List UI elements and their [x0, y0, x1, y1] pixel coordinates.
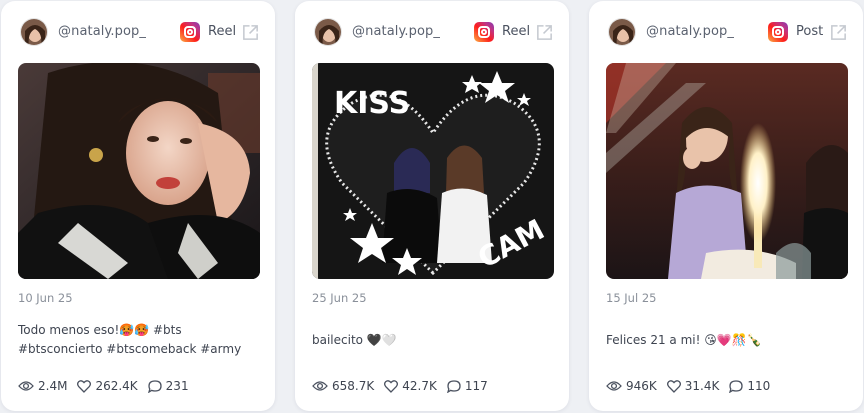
heart-icon: [666, 379, 681, 393]
likes-stat: 31.4K: [666, 379, 720, 393]
views-stat: 658.7K: [312, 379, 374, 393]
likes-stat: 42.7K: [384, 379, 437, 393]
caption-line: bailecito 🖤🤍: [312, 333, 397, 347]
comments-stat: 231: [147, 379, 189, 393]
comments-count: 110: [747, 379, 771, 393]
instagram-icon: [768, 22, 788, 42]
instagram-icon: [180, 22, 200, 42]
caption-line: Todo menos eso!🥵🥵 #bts: [18, 323, 182, 337]
heart-icon: [384, 379, 399, 393]
caption-line: #btsconcierto #btscomeback #army: [18, 342, 242, 356]
likes-stat: 262.4K: [77, 379, 138, 393]
avatar[interactable]: [314, 18, 342, 46]
post-date: 10 Jun 25: [18, 291, 73, 305]
username[interactable]: @nataly.pop_: [58, 24, 146, 39]
post-date: 25 Jun 25: [312, 291, 367, 305]
comment-icon: [446, 379, 461, 393]
post-thumbnail[interactable]: [606, 63, 848, 279]
comment-icon: [147, 379, 162, 393]
eye-icon: [18, 381, 34, 391]
eye-icon: [312, 381, 328, 391]
comments-count: 117: [464, 379, 488, 393]
post-stats: 658.7K 42.7K 117: [312, 377, 498, 395]
views-count: 946K: [626, 379, 657, 393]
avatar[interactable]: [20, 18, 48, 46]
comments-count: 231: [165, 379, 189, 393]
post-caption: bailecito 🖤🤍: [312, 331, 555, 350]
external-link-icon[interactable]: [829, 23, 848, 42]
external-link-icon[interactable]: [535, 23, 554, 42]
post-thumbnail[interactable]: KISS CAM: [312, 63, 554, 279]
heart-icon: [77, 379, 92, 393]
post-card[interactable]: @nataly.pop_ Reel KISS CAM 25 Jun 25 bai…: [295, 1, 569, 411]
post-card[interactable]: @nataly.pop_ Post 15 Jul 25 Felices 21 a…: [589, 1, 863, 411]
views-stat: 946K: [606, 379, 657, 393]
card-header: @nataly.pop_ Reel: [295, 1, 569, 63]
card-header: @nataly.pop_ Post: [589, 1, 863, 63]
post-date: 15 Jul 25: [606, 291, 657, 305]
views-stat: 2.4M: [18, 379, 67, 393]
comments-stat: 117: [446, 379, 488, 393]
instagram-icon: [474, 22, 494, 42]
likes-count: 31.4K: [684, 379, 720, 393]
post-type-label: Reel: [502, 24, 531, 39]
external-link-icon[interactable]: [241, 23, 260, 42]
caption-line: Felices 21 a mi! 😘💗🎊🍾: [606, 333, 762, 347]
post-card[interactable]: @nataly.pop_ Reel 10 Jun 25 Todo menos e…: [1, 1, 275, 411]
post-caption: Felices 21 a mi! 😘💗🎊🍾: [606, 331, 849, 350]
comment-icon: [729, 379, 744, 393]
post-type-label: Reel: [208, 24, 237, 39]
likes-count: 42.7K: [402, 379, 437, 393]
post-type-label: Post: [796, 24, 824, 39]
username[interactable]: @nataly.pop_: [352, 24, 440, 39]
post-stats: 946K 31.4K 110: [606, 377, 780, 395]
likes-count: 262.4K: [95, 379, 138, 393]
views-count: 658.7K: [332, 379, 375, 393]
post-caption: Todo menos eso!🥵🥵 #bts #btsconcierto #bt…: [18, 321, 261, 359]
card-header: @nataly.pop_ Reel: [1, 1, 275, 63]
post-stats: 2.4M 262.4K 231: [18, 377, 199, 395]
username[interactable]: @nataly.pop_: [646, 24, 734, 39]
post-thumbnail[interactable]: [18, 63, 260, 279]
comments-stat: 110: [729, 379, 770, 393]
image-text: KISS: [334, 86, 410, 121]
eye-icon: [606, 381, 622, 391]
avatar[interactable]: [608, 18, 636, 46]
views-count: 2.4M: [38, 379, 68, 393]
